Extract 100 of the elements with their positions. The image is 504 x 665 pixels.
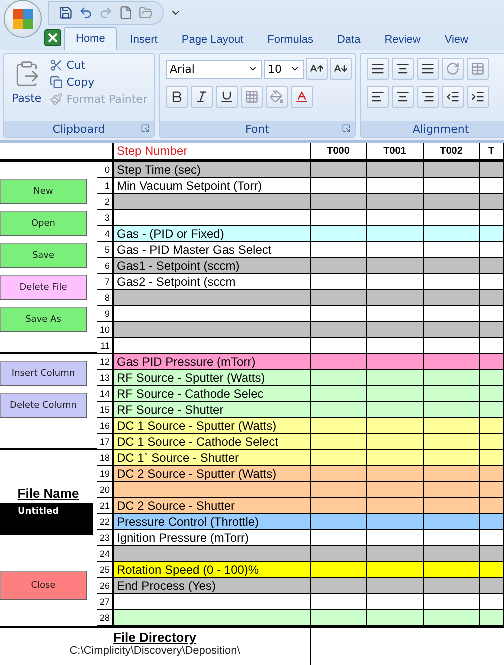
table-cell[interactable]	[424, 482, 480, 498]
table-cell[interactable]	[367, 306, 424, 322]
table-cell[interactable]	[424, 530, 480, 546]
table-cell[interactable]	[367, 290, 424, 306]
paste-button[interactable]: Paste	[10, 58, 44, 117]
table-cell[interactable]	[424, 562, 480, 578]
table-cell[interactable]	[480, 210, 504, 226]
row-label-cell[interactable]	[114, 546, 311, 562]
table-cell[interactable]	[311, 498, 367, 514]
macro-button[interactable]: Save	[0, 243, 87, 268]
table-cell[interactable]	[424, 194, 480, 210]
table-cell[interactable]	[480, 498, 504, 514]
row-label-cell[interactable]: Rotation Speed (0 - 100)%	[114, 562, 311, 578]
table-cell[interactable]	[480, 562, 504, 578]
table-cell[interactable]	[367, 594, 424, 610]
row-label-cell[interactable]	[114, 610, 311, 626]
table-cell[interactable]	[367, 418, 424, 434]
table-cell[interactable]	[367, 210, 424, 226]
ribbon-tab[interactable]: Formulas	[256, 30, 324, 50]
table-cell[interactable]	[367, 434, 424, 450]
table-cell[interactable]	[367, 530, 424, 546]
font-size-field[interactable]: 10	[264, 60, 304, 78]
row-label-cell[interactable]: RF Source - Shutter	[114, 402, 311, 418]
table-cell[interactable]	[480, 546, 504, 562]
table-cell[interactable]	[480, 194, 504, 210]
table-cell[interactable]	[424, 594, 480, 610]
align-top-button[interactable]	[367, 58, 389, 80]
table-cell[interactable]	[311, 210, 367, 226]
decrease-indent-button[interactable]	[442, 86, 464, 108]
table-cell[interactable]	[424, 338, 480, 354]
table-cell[interactable]	[480, 354, 504, 370]
row-label-cell[interactable]	[114, 322, 311, 338]
wrap-text-button[interactable]	[467, 58, 489, 80]
align-left-button[interactable]	[367, 86, 389, 108]
row-label-cell[interactable]: Pressure Control (Throttle)	[114, 514, 311, 530]
table-cell[interactable]	[480, 450, 504, 466]
table-cell[interactable]	[367, 562, 424, 578]
increase-indent-button[interactable]	[467, 86, 489, 108]
table-cell[interactable]	[424, 514, 480, 530]
table-cell[interactable]	[480, 434, 504, 450]
row-label-cell[interactable]	[114, 594, 311, 610]
table-cell[interactable]	[480, 482, 504, 498]
table-cell[interactable]	[480, 594, 504, 610]
table-cell[interactable]	[311, 162, 367, 178]
table-cell[interactable]	[367, 354, 424, 370]
row-label-cell[interactable]	[114, 482, 311, 498]
table-cell[interactable]	[480, 466, 504, 482]
row-label-cell[interactable]: Step Time (sec)	[114, 162, 311, 178]
table-cell[interactable]	[311, 578, 367, 594]
table-cell[interactable]	[311, 530, 367, 546]
table-cell[interactable]	[480, 530, 504, 546]
table-cell[interactable]	[311, 290, 367, 306]
table-cell[interactable]	[480, 514, 504, 530]
table-cell[interactable]	[424, 610, 480, 626]
undo-icon[interactable]	[79, 6, 93, 20]
table-cell[interactable]	[367, 162, 424, 178]
table-cell[interactable]	[311, 386, 367, 402]
italic-button[interactable]	[191, 86, 213, 108]
align-middle-button[interactable]	[392, 58, 414, 80]
table-cell[interactable]	[367, 242, 424, 258]
table-cell[interactable]	[311, 466, 367, 482]
row-label-cell[interactable]: DC 2 Source - Shutter	[114, 498, 311, 514]
table-cell[interactable]	[424, 418, 480, 434]
table-cell[interactable]	[311, 354, 367, 370]
row-label-cell[interactable]: Gas - PID Master Gas Select	[114, 242, 311, 258]
row-label-cell[interactable]: DC 1` Source - Shutter	[114, 450, 311, 466]
table-cell[interactable]	[311, 610, 367, 626]
macro-button[interactable]: New	[0, 179, 87, 204]
align-center-button[interactable]	[392, 86, 414, 108]
table-cell[interactable]	[480, 258, 504, 274]
table-cell[interactable]	[480, 322, 504, 338]
table-cell[interactable]	[424, 386, 480, 402]
fill-color-button[interactable]	[266, 86, 288, 108]
table-cell[interactable]	[367, 402, 424, 418]
row-label-cell[interactable]	[114, 194, 311, 210]
office-button[interactable]	[4, 0, 42, 38]
table-cell[interactable]	[424, 354, 480, 370]
ribbon-tab[interactable]: Home	[64, 27, 118, 50]
shrink-font-button[interactable]	[330, 58, 352, 80]
table-cell[interactable]	[424, 450, 480, 466]
table-cell[interactable]	[311, 226, 367, 242]
new-file-icon[interactable]	[119, 6, 133, 20]
macro-button[interactable]: Delete Column	[0, 393, 87, 418]
table-cell[interactable]	[424, 498, 480, 514]
table-cell[interactable]	[424, 178, 480, 194]
table-cell[interactable]	[311, 546, 367, 562]
ribbon-tab[interactable]: Insert	[119, 30, 169, 50]
table-cell[interactable]	[367, 482, 424, 498]
table-cell[interactable]	[311, 418, 367, 434]
table-cell[interactable]	[480, 370, 504, 386]
table-cell[interactable]	[311, 562, 367, 578]
table-cell[interactable]	[311, 514, 367, 530]
save-icon[interactable]	[59, 6, 73, 20]
table-cell[interactable]	[367, 578, 424, 594]
table-cell[interactable]	[480, 386, 504, 402]
table-cell[interactable]	[367, 386, 424, 402]
row-label-cell[interactable]: Gas PID Pressure (mTorr)	[114, 354, 311, 370]
table-cell[interactable]	[367, 450, 424, 466]
row-label-cell[interactable]: Min Vacuum Setpoint (Torr)	[114, 178, 311, 194]
bold-button[interactable]	[166, 86, 188, 108]
